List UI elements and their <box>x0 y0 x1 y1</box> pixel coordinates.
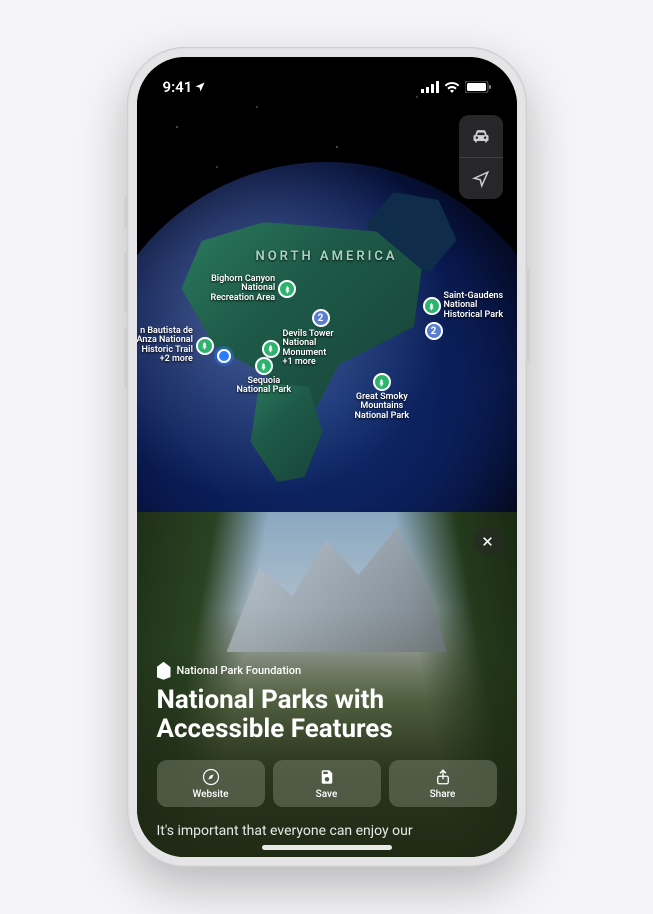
cellular-icon <box>421 81 439 93</box>
car-icon <box>471 126 491 146</box>
wifi-icon <box>444 81 460 93</box>
tree-icon <box>196 337 214 355</box>
map-controls <box>459 115 503 199</box>
close-button[interactable] <box>473 526 503 556</box>
share-icon <box>434 768 452 786</box>
share-button[interactable]: Share <box>389 760 497 807</box>
tree-icon <box>423 297 441 315</box>
npf-logo-icon <box>157 662 171 680</box>
pin-cluster-west[interactable]: 2 <box>312 309 330 327</box>
continent-label: NORTH AMERICA <box>256 249 398 264</box>
compass-icon <box>202 768 220 786</box>
power-button <box>527 267 530 362</box>
status-time: 9:41 <box>163 78 193 96</box>
action-row: Website Save Share <box>157 760 497 807</box>
publisher-name: National Park Foundation <box>177 664 302 677</box>
driving-mode-button[interactable] <box>459 115 503 157</box>
battery-icon <box>465 81 491 93</box>
card-content: National Park Foundation National Parks … <box>157 662 497 839</box>
mountain-graphic <box>227 512 447 652</box>
website-button[interactable]: Website <box>157 760 265 807</box>
pin-devils-tower[interactable]: Devils TowerNationalMonument+1 more <box>262 330 334 368</box>
pin-bighorn-canyon[interactable]: Bighorn CanyonNationalRecreation Area <box>211 275 297 303</box>
location-arrow-icon <box>472 170 490 188</box>
notch <box>257 57 397 91</box>
pin-user-location[interactable] <box>217 349 231 363</box>
location-services-icon <box>194 81 206 93</box>
cluster-badge: 2 <box>312 309 330 327</box>
tree-icon <box>373 373 391 391</box>
volume-up-button <box>124 252 127 312</box>
home-indicator[interactable] <box>262 845 392 850</box>
map-view[interactable]: Arctic Ocean NORTH AMERICA Bighorn Canyo… <box>137 57 517 527</box>
volume-down-button <box>124 327 127 387</box>
guide-card[interactable]: National Park Foundation National Parks … <box>137 512 517 857</box>
pin-great-smoky[interactable]: Great SmokyMountainsNational Park <box>355 373 410 421</box>
tree-icon <box>278 280 296 298</box>
user-location-dot <box>217 349 231 363</box>
pin-anza-trail[interactable]: n Bautista deAnza NationalHistoric Trail… <box>137 327 214 365</box>
screen: 9:41 Arctic Ocean NORTH AMERICA <box>137 57 517 857</box>
mute-switch <box>124 197 127 229</box>
publisher-badge: National Park Foundation <box>157 662 497 680</box>
tree-icon <box>262 340 280 358</box>
close-icon <box>481 535 494 548</box>
phone-frame: 9:41 Arctic Ocean NORTH AMERICA <box>127 47 527 867</box>
save-button[interactable]: Save <box>273 760 381 807</box>
locate-me-button[interactable] <box>459 157 503 199</box>
cluster-badge: 2 <box>425 322 443 340</box>
save-icon <box>318 768 336 786</box>
guide-description: It's important that everyone can enjoy o… <box>157 823 497 839</box>
pin-cluster-east[interactable]: 2 <box>425 322 443 340</box>
pin-saint-gaudens[interactable]: Saint-GaudensNationalHistorical Park <box>423 292 504 320</box>
guide-title: National Parks with Accessible Features <box>157 686 497 744</box>
